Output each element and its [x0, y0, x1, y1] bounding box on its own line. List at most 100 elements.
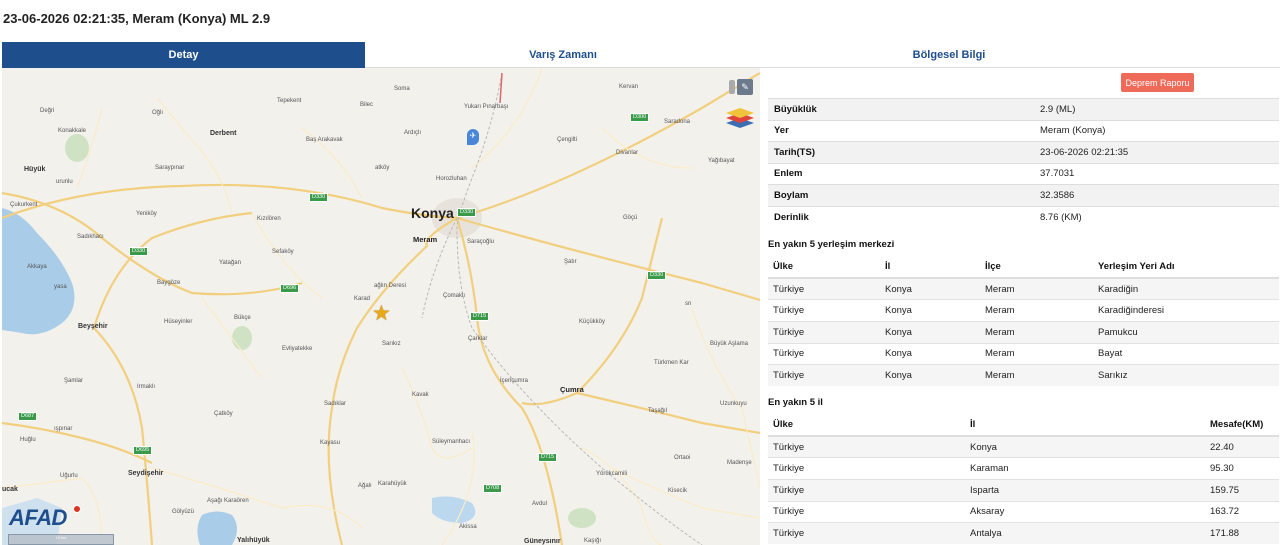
map-label: sn — [685, 301, 692, 307]
tab-bar: Detay Varış Zamanı Bölgesel Bilgi — [2, 42, 1280, 68]
table-cell: 163.72 — [1205, 500, 1279, 523]
tab-bolgesel-bilgi[interactable]: Bölgesel Bilgi — [761, 42, 1137, 68]
map-label: Divanlar — [616, 150, 639, 156]
table-cell: Meram — [980, 364, 1093, 387]
info-key: Yer — [768, 119, 1034, 142]
column-header: Mesafe(KM) — [1205, 414, 1279, 437]
column-header: İl — [965, 414, 1205, 437]
table-cell: Türkiye — [768, 457, 965, 480]
map-label: Sadıklar — [324, 401, 347, 407]
map-label: Akkaya — [27, 264, 47, 270]
map-label: yasa — [54, 284, 67, 290]
map-label: İçeriçumra — [500, 378, 529, 384]
table-cell: Türkiye — [768, 478, 965, 502]
map-label: Ardıçlı — [404, 130, 422, 136]
table-cell: Türkiye — [768, 342, 880, 365]
map-label: Uzunkuyu — [720, 401, 747, 407]
road-badge: D708 — [483, 484, 503, 493]
map-label: Büyük Aşlama — [710, 341, 749, 347]
settlements-table: Ülke İl İlçe Yerleşim Yeri Adı Türkiye Konya… — [768, 256, 1279, 387]
epicenter-star-icon[interactable]: ★ — [372, 303, 391, 324]
map-label: Hüseyinler — [164, 319, 193, 325]
earthquake-detail-page: 23-06-2026 02:21:35, Meram (Konya) ML 2.… — [0, 0, 1280, 545]
map-label: Yörükcamili — [596, 471, 628, 477]
map-label: Saraypınar — [155, 165, 185, 171]
map-label-cumra: Çumra — [560, 385, 584, 394]
map-label-guneysinir: Güneysınır — [524, 538, 561, 545]
table-cell: Bayat — [1093, 342, 1279, 365]
epicenter-map[interactable]: Değri Oğlı Tepekent Bilec Soma Yukarı Pı… — [2, 68, 760, 545]
map-toggle-button[interactable] — [729, 80, 735, 94]
map-label: Yatağan — [219, 260, 241, 266]
map-label: Çengilti — [557, 137, 578, 143]
map-label: Konakkale — [58, 128, 87, 134]
table-cell: Türkiye — [768, 500, 965, 523]
map-label: ucak — [2, 486, 18, 493]
table-cell: Konya — [880, 342, 980, 365]
map-label: urunlu — [56, 179, 73, 185]
table-cell: 159.75 — [1205, 478, 1279, 502]
table-cell: Türkiye — [768, 435, 965, 458]
road-badge: D696 — [280, 284, 300, 293]
table-cell: Türkiye — [768, 277, 880, 300]
map-label-huyuk: Hüyük — [24, 166, 46, 173]
map-label: Kaşığı — [584, 538, 602, 544]
column-header: Ülke — [768, 256, 880, 279]
tab-detay[interactable]: Detay — [2, 42, 365, 68]
map-label: Yeniköy — [136, 211, 157, 217]
map-label: Sefaköy — [272, 249, 294, 255]
map-label: Şamlar — [64, 378, 84, 384]
info-row: Yer Meram (Konya) — [768, 119, 1279, 142]
map-label: Evliyatekke — [282, 346, 313, 352]
map-label: Çukurkent — [10, 202, 38, 208]
map-label: Soma — [394, 86, 410, 92]
map-label: Saraçoğlu — [467, 239, 495, 245]
map-label: Çarklar — [468, 336, 488, 342]
map-label: Sadıkhacı — [77, 234, 104, 240]
map-label-yalihuyuk: Yalıhüyük — [237, 537, 270, 544]
road-badge: D330 — [129, 247, 149, 256]
map-label: ağlın Deresi — [374, 283, 407, 289]
table-cell: Aksaray — [965, 500, 1205, 523]
event-title: 23-06-2026 02:21:35, Meram (Konya) ML 2.… — [3, 11, 271, 26]
road-badge: D715 — [538, 453, 558, 462]
map-label: ışpınar — [54, 426, 73, 432]
table-row: Türkiye Konya Meram Karadiğinderesi — [768, 299, 1279, 322]
map-label: Değri — [40, 108, 55, 114]
map-label-meram: Meram — [413, 235, 438, 244]
info-key: Derinlik — [768, 205, 1034, 228]
tab-varis-zamani[interactable]: Varış Zamanı — [365, 42, 761, 68]
map-label: Gölyüzü — [172, 509, 195, 515]
table-cell: Isparta — [965, 478, 1205, 502]
info-row: Enlem 37.7031 — [768, 162, 1279, 185]
map-label: Saradona — [664, 119, 691, 125]
map-label: Çomaklı — [443, 293, 466, 299]
map-layers-icon[interactable] — [724, 104, 756, 130]
map-label: Avdul — [532, 501, 547, 507]
road-badge: D695 — [133, 446, 153, 455]
table-cell: Sarıkız — [1093, 364, 1279, 387]
earthquake-report-button[interactable]: Deprem Raporu — [1121, 73, 1194, 92]
table-cell: Karadiğinderesi — [1093, 299, 1279, 322]
map-label-derbent: Derbent — [210, 130, 237, 137]
table-cell: Türkiye — [768, 320, 880, 344]
column-header: Yerleşim Yeri Adı — [1093, 256, 1279, 279]
info-value: Meram (Konya) — [1034, 119, 1279, 142]
afad-logo-mark-icon — [73, 505, 81, 513]
road-badge: D330 — [309, 193, 329, 202]
table-cell: Konya — [965, 435, 1205, 458]
table-row: Türkiye Konya Meram Karadiğin — [768, 277, 1279, 300]
map-label: Huğlu — [20, 437, 36, 443]
map-label: Baygöze — [157, 280, 181, 286]
info-key: Tarih(TS) — [768, 141, 1034, 163]
map-label: Türkmen Kar — [654, 360, 689, 366]
map-edit-pencil-icon[interactable]: ✎ — [737, 79, 753, 95]
info-value: 2.9 (ML) — [1034, 98, 1279, 120]
provinces-title: En yakın 5 il — [768, 397, 823, 408]
table-cell: Pamukcu — [1093, 320, 1279, 344]
table-cell: Meram — [980, 320, 1093, 344]
event-info-table: Büyüklük 2.9 (ML) Yer Meram (Konya) Tarih(TS… — [768, 98, 1279, 228]
table-cell: Türkiye — [768, 522, 965, 545]
map-label: Yağıbayat — [708, 158, 735, 164]
table-row: Türkiye Aksaray 163.72 — [768, 500, 1279, 523]
